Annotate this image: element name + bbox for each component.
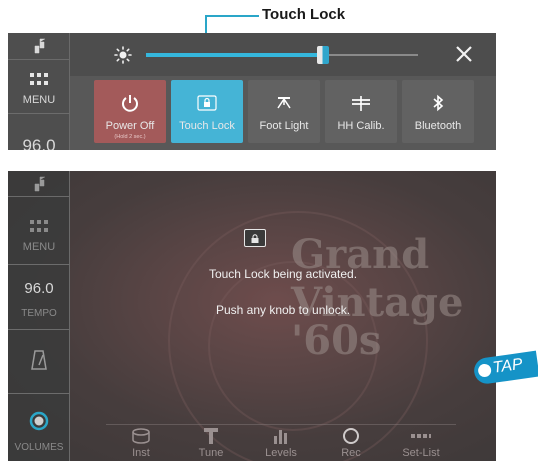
menu-label: MENU: [22, 94, 56, 106]
nav-inst[interactable]: Inst: [106, 421, 176, 461]
nav-rec[interactable]: Rec: [316, 421, 386, 461]
tune-key-icon: [204, 428, 218, 444]
divider: [8, 264, 70, 265]
power-icon: [122, 95, 138, 112]
close-icon[interactable]: [454, 44, 474, 64]
power-off-label: Power Off: [105, 120, 155, 132]
brightness-icon: [114, 46, 132, 64]
menu-button[interactable]: MENU: [8, 198, 70, 263]
brightness-slider[interactable]: [146, 46, 418, 64]
levels-icon: [274, 430, 287, 444]
record-icon: [343, 428, 359, 444]
bluetooth-icon: [433, 94, 444, 112]
tempo-value[interactable]: 96.0: [8, 136, 70, 150]
touch-lock-callout-label: Touch Lock: [262, 6, 346, 23]
sidebar: MENU 96.0 TEMPO VOLUMES: [8, 171, 70, 461]
touch-lock-button[interactable]: Touch Lock: [171, 80, 243, 143]
nav-label: Set-List: [402, 447, 440, 459]
set-list-icon: [411, 434, 431, 438]
menu-grid-icon: [30, 220, 48, 234]
tempo-value[interactable]: 96.0: [8, 280, 70, 297]
sidebar: MENU 96.0: [8, 33, 70, 150]
nav-set-list[interactable]: Set-List: [386, 421, 456, 461]
brightness-slider-fill: [146, 53, 323, 57]
tempo-label: TEMPO: [21, 308, 57, 319]
touch-lock-screen: Grand Vintage '60s MENU 96.0 TEMPO VOLUM…: [8, 171, 496, 461]
lock-icon: [197, 95, 217, 111]
volume-knob-icon[interactable]: [29, 411, 49, 431]
nav-label: Rec: [341, 447, 361, 459]
bottom-navigation: Inst Tune Levels Rec Set-List: [106, 421, 466, 461]
nav-label: Tune: [198, 447, 224, 459]
nav-label: Levels: [265, 447, 297, 459]
callout-line: [205, 15, 259, 17]
foot-light-button[interactable]: Foot Light: [248, 80, 320, 143]
foot-light-label: Foot Light: [259, 120, 309, 132]
brightness-bar: [70, 33, 496, 76]
hh-calib-button[interactable]: HH Calib.: [325, 80, 397, 143]
divider: [8, 329, 70, 330]
tap-dot: [477, 363, 492, 378]
lock-icon: [244, 229, 266, 247]
touch-lock-label: Touch Lock: [179, 120, 235, 132]
quick-settings-tiles: Power Off (Hold 2 sec.) Touch Lock Foot …: [70, 76, 496, 150]
menu-grid-icon: [30, 73, 48, 87]
roland-logo-icon: [34, 176, 45, 192]
logo-cell: [8, 171, 70, 197]
nav-levels[interactable]: Levels: [246, 421, 316, 461]
menu-button[interactable]: MENU: [8, 61, 70, 111]
touch-lock-message: Touch Lock being activated.: [208, 267, 358, 281]
brightness-slider-thumb[interactable]: [317, 46, 329, 64]
hh-calib-label: HH Calib.: [337, 120, 385, 132]
unlock-instruction: Push any knob to unlock.: [215, 303, 351, 317]
bluetooth-button[interactable]: Bluetooth: [402, 80, 474, 143]
volumes-label: VOLUMES: [14, 442, 64, 453]
tap-label: TAP: [491, 355, 524, 377]
divider: [8, 113, 70, 114]
metronome-icon[interactable]: [30, 349, 48, 371]
nav-label: Inst: [132, 447, 150, 459]
foot-light-icon: [277, 97, 291, 109]
power-off-sublabel: (Hold 2 sec.): [114, 134, 146, 140]
divider: [8, 393, 70, 394]
power-off-button[interactable]: Power Off (Hold 2 sec.): [94, 80, 166, 143]
hihat-calibration-icon: [352, 96, 370, 111]
menu-label: MENU: [22, 241, 56, 253]
quick-settings-panel: MENU 96.0 Power Off (Hold 2 sec.) Touch …: [8, 33, 496, 150]
nav-tune[interactable]: Tune: [176, 421, 246, 461]
roland-logo-icon: [34, 38, 45, 54]
drum-icon: [132, 428, 150, 444]
bluetooth-label: Bluetooth: [414, 120, 462, 132]
logo-cell: [8, 33, 70, 60]
